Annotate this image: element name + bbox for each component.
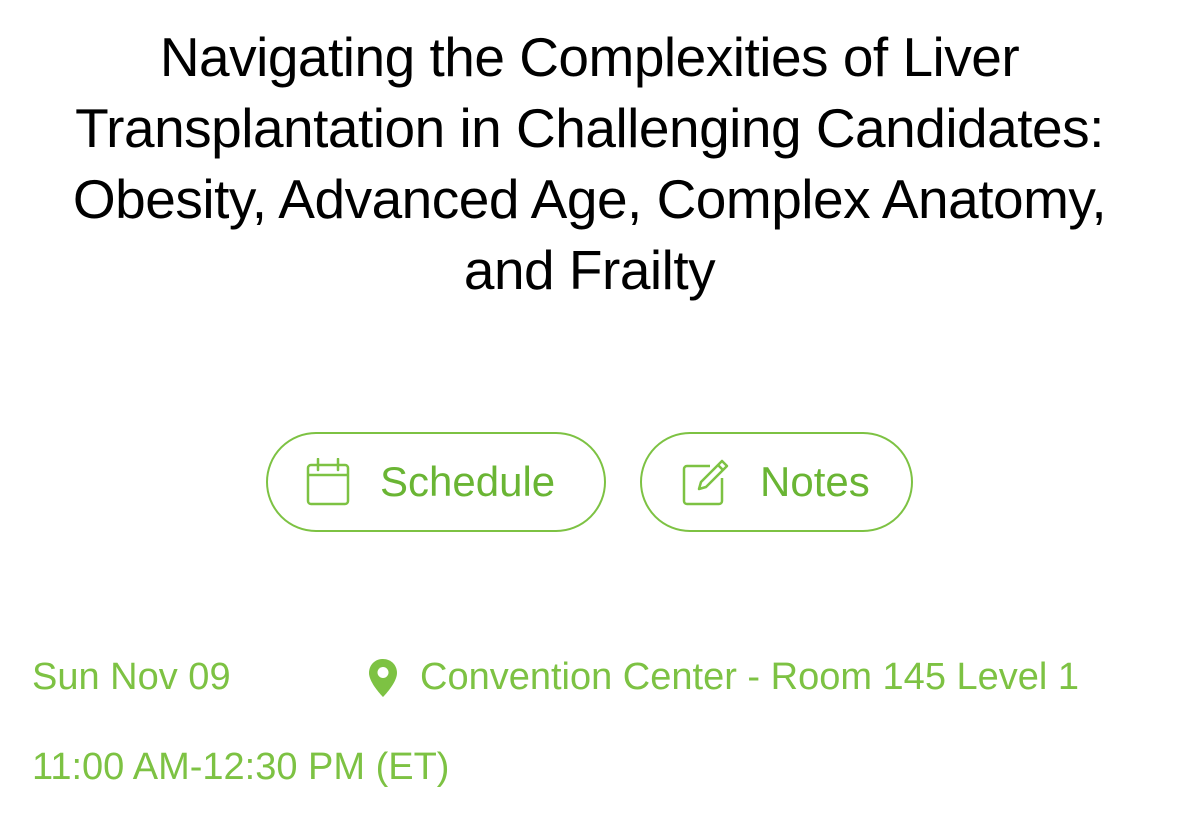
session-time: 11:00 AM-12:30 PM (ET) [32,746,450,788]
notes-button[interactable]: Notes [640,432,913,532]
schedule-button[interactable]: Schedule [266,432,606,532]
edit-note-icon [682,458,730,506]
notes-button-label: Notes [760,458,870,505]
session-date: Sun Nov 09 [32,656,231,698]
map-pin-icon [368,658,398,698]
session-location: Convention Center - Room 145 Level 1 [368,656,1079,699]
calendar-icon [306,458,350,506]
schedule-button-label: Schedule [380,458,556,505]
location-text: Convention Center - Room 145 Level 1 [420,656,1080,698]
session-title: Navigating the Complexities of Liver Tra… [72,26,1107,301]
